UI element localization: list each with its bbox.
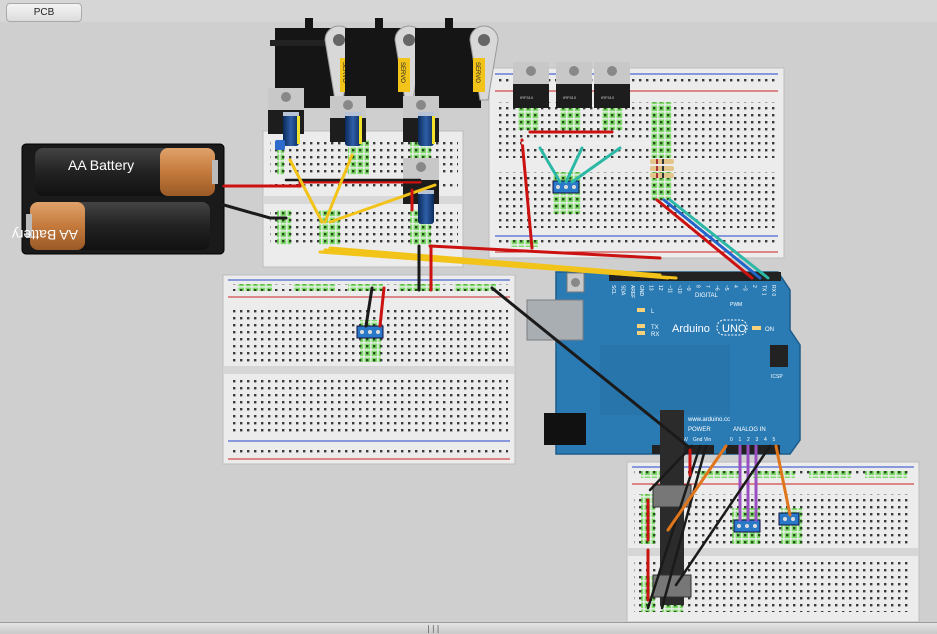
pin-label: 4 xyxy=(732,285,738,288)
svg-text:SERVO: SERVO xyxy=(399,62,405,83)
tx-led-label: TX xyxy=(651,325,659,331)
pin-label: ~10 xyxy=(676,285,682,294)
pin-label: 2 xyxy=(751,285,757,288)
pin-label: Gnd xyxy=(693,437,703,443)
pin-label: 1 xyxy=(739,437,742,443)
svg-text:AA Battery: AA Battery xyxy=(68,157,134,173)
usb-connector xyxy=(526,299,584,341)
pin-label: 4 xyxy=(764,437,767,443)
pin-label: 12 xyxy=(657,285,663,291)
pin-label: ~5 xyxy=(723,285,729,291)
power-pin-labels: 5V Gnd Vin xyxy=(682,437,711,443)
pin-label: RX 0 xyxy=(770,285,776,296)
pin-label: 2 xyxy=(747,437,750,443)
arduino-brand: Arduino xyxy=(672,323,710,335)
mosfets[interactable]: IRF510 IRF510 IRF510 xyxy=(513,62,630,108)
pin-label: 0 xyxy=(730,437,733,443)
pin-label: 7 xyxy=(704,285,710,288)
pin-label: 5 xyxy=(773,437,776,443)
pin-label: 3 xyxy=(756,437,759,443)
analog-label: ANALOG IN xyxy=(733,427,766,433)
digital-label: DIGITAL xyxy=(695,293,719,299)
resistors[interactable] xyxy=(650,159,674,178)
svg-text:IRF510: IRF510 xyxy=(601,95,615,100)
icsp-label: ICSP xyxy=(771,374,783,380)
power-label: POWER xyxy=(688,427,711,433)
svg-text:IRF510: IRF510 xyxy=(520,95,534,100)
pin-label: ~3 xyxy=(742,285,748,291)
analog-header[interactable] xyxy=(726,445,780,454)
battery-pack[interactable]: AA Battery AA Battery xyxy=(12,143,225,255)
icsp-header[interactable] xyxy=(770,345,788,367)
pin-label: TX 1 xyxy=(760,285,766,296)
power-jack xyxy=(544,413,586,445)
rx-led-label: RX xyxy=(651,332,659,338)
servo-3: SERVO xyxy=(415,18,499,108)
pin-label: GND xyxy=(638,285,644,297)
pin-label: ~6 xyxy=(713,285,719,291)
pin-label: SDA xyxy=(619,285,625,296)
pwm-label: PWM xyxy=(730,302,742,308)
battery-cell-top: AA Battery xyxy=(35,148,218,196)
pin-label: ~9 xyxy=(685,285,691,291)
arduino-website: www.arduino.cc xyxy=(687,417,730,423)
svg-text:SERVO: SERVO xyxy=(474,62,480,83)
servo-motors[interactable]: SERVO SERVO SERVO xyxy=(270,18,499,108)
battery-cell-bottom: AA Battery xyxy=(12,202,210,250)
pin-label: 8 xyxy=(695,285,701,288)
pin-label: SCL xyxy=(610,285,616,295)
pin-label: Vin xyxy=(704,437,711,443)
resize-grip[interactable]: ||| xyxy=(426,624,440,633)
breadboard-canvas[interactable]: Arduino UNO www.arduino.cc DIGITAL POWER… xyxy=(0,0,937,622)
servo-2: SERVO xyxy=(345,18,424,108)
pin-label: ~11 xyxy=(666,285,672,293)
svg-text:IRF510: IRF510 xyxy=(563,95,577,100)
pin-label: AREF xyxy=(629,285,635,298)
pin-label: 13 xyxy=(648,285,654,291)
status-bar: ||| xyxy=(0,622,937,634)
on-led-label: ON xyxy=(765,327,774,333)
svg-text:AA Battery: AA Battery xyxy=(12,227,78,243)
arduino-model: UNO xyxy=(722,323,747,335)
